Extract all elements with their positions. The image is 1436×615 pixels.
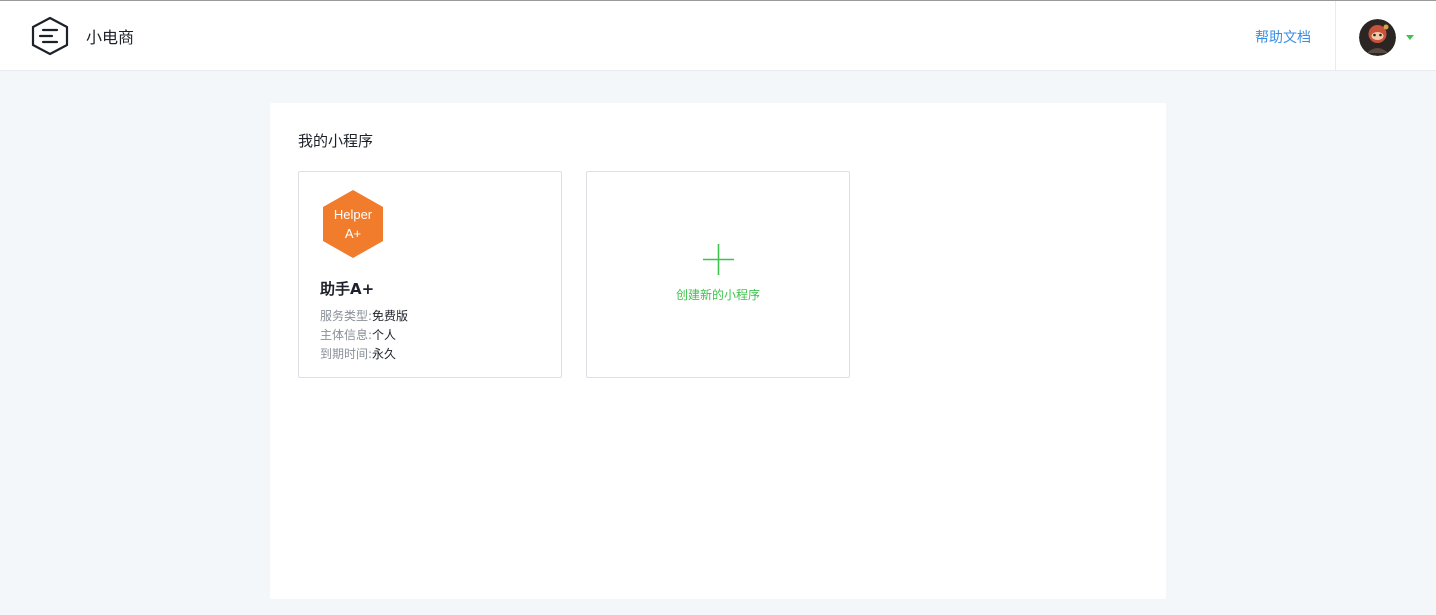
app-icon-text-line2: A+ bbox=[345, 226, 361, 241]
meta-value: 永久 bbox=[372, 347, 397, 361]
plus-icon bbox=[703, 244, 734, 275]
meta-label: 服务类型: bbox=[320, 309, 373, 323]
help-docs-link[interactable]: 帮助文档 bbox=[1255, 27, 1311, 47]
meta-service-type: 服务类型: 免费版 bbox=[320, 307, 408, 326]
header-divider bbox=[1335, 1, 1336, 71]
app-meta: 服务类型: 免费版 主体信息: 个人 到期时间: 永久 bbox=[320, 307, 408, 364]
main-panel: 我的小程序 Helper A+ 助手A+ 服务类型: 免费版 主体信息: 个人 … bbox=[270, 103, 1166, 599]
app-name: 助手A+ bbox=[320, 280, 375, 298]
brand-name: 小电商 bbox=[86, 28, 135, 47]
create-app-label: 创建新的小程序 bbox=[675, 288, 760, 302]
user-menu[interactable] bbox=[1359, 19, 1414, 56]
meta-subject: 主体信息: 个人 bbox=[320, 326, 408, 345]
hexagon-logo-icon bbox=[31, 16, 69, 56]
meta-value: 免费版 bbox=[372, 309, 409, 323]
brand[interactable]: 小电商 bbox=[30, 15, 134, 57]
meta-expire: 到期时间: 永久 bbox=[320, 345, 408, 364]
meta-label: 到期时间: bbox=[320, 347, 373, 361]
meta-label: 主体信息: bbox=[320, 328, 373, 342]
top-navbar: 小电商 帮助文档 bbox=[0, 0, 1436, 71]
section-title: 我的小程序 bbox=[298, 132, 374, 150]
app-icon-text-line1: Helper bbox=[334, 207, 373, 222]
create-app-card[interactable]: 创建新的小程序 bbox=[586, 171, 850, 378]
app-hexagon-icon: Helper A+ bbox=[323, 190, 383, 258]
app-card[interactable]: Helper A+ 助手A+ 服务类型: 免费版 主体信息: 个人 到期时间: … bbox=[298, 171, 562, 378]
meta-value: 个人 bbox=[372, 328, 397, 342]
chevron-down-icon[interactable] bbox=[1406, 35, 1414, 40]
user-avatar bbox=[1359, 19, 1396, 56]
